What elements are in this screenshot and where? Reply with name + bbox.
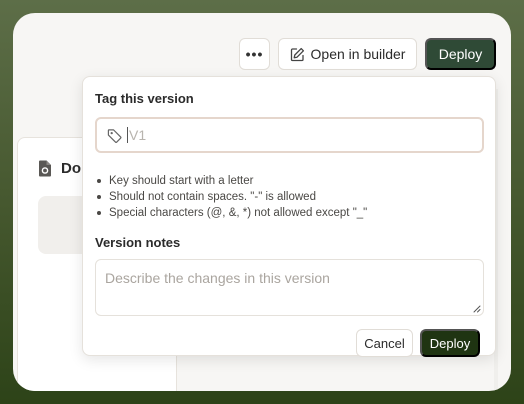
version-notes-label: Version notes [95, 235, 181, 250]
more-options-button[interactable]: ••• [239, 38, 270, 70]
bullet [97, 211, 101, 215]
bullet [97, 179, 101, 183]
open-in-builder-button[interactable]: Open in builder [278, 38, 417, 70]
resize-grip-icon[interactable] [473, 305, 481, 313]
tag-icon [107, 128, 122, 143]
document-icon [39, 160, 51, 177]
open-in-builder-label: Open in builder [310, 46, 406, 62]
edit-square-icon [290, 47, 304, 61]
tag-input-wrapper[interactable] [95, 117, 484, 153]
deploy-button[interactable]: Deploy [420, 329, 480, 357]
rule-text: Special characters (@, &, *) not allowed… [109, 207, 368, 219]
more-horizontal-icon: ••• [245, 46, 264, 62]
app-window: Do ••• Open in builder Deploy Tag this v… [13, 13, 511, 391]
bullet [97, 195, 101, 199]
list-item: Should not contain spaces. "-" is allowe… [97, 189, 367, 205]
cancel-button[interactable]: Cancel [356, 329, 413, 357]
document-card-title: Do [61, 160, 81, 177]
tag-version-label: Tag this version [95, 91, 194, 106]
tag-rules-list: Key should start with a letter Should no… [97, 173, 367, 221]
list-item: Key should start with a letter [97, 173, 367, 189]
tag-input[interactable] [129, 127, 429, 143]
deploy-top-button[interactable]: Deploy [425, 38, 496, 70]
version-notes-textarea[interactable] [95, 259, 484, 316]
rule-text: Key should start with a letter [109, 175, 254, 187]
list-item: Special characters (@, &, *) not allowed… [97, 205, 367, 221]
deploy-popover: Tag this version Key should start with a… [82, 76, 496, 357]
text-caret [127, 127, 128, 143]
rule-text: Should not contain spaces. "-" is allowe… [109, 191, 316, 203]
